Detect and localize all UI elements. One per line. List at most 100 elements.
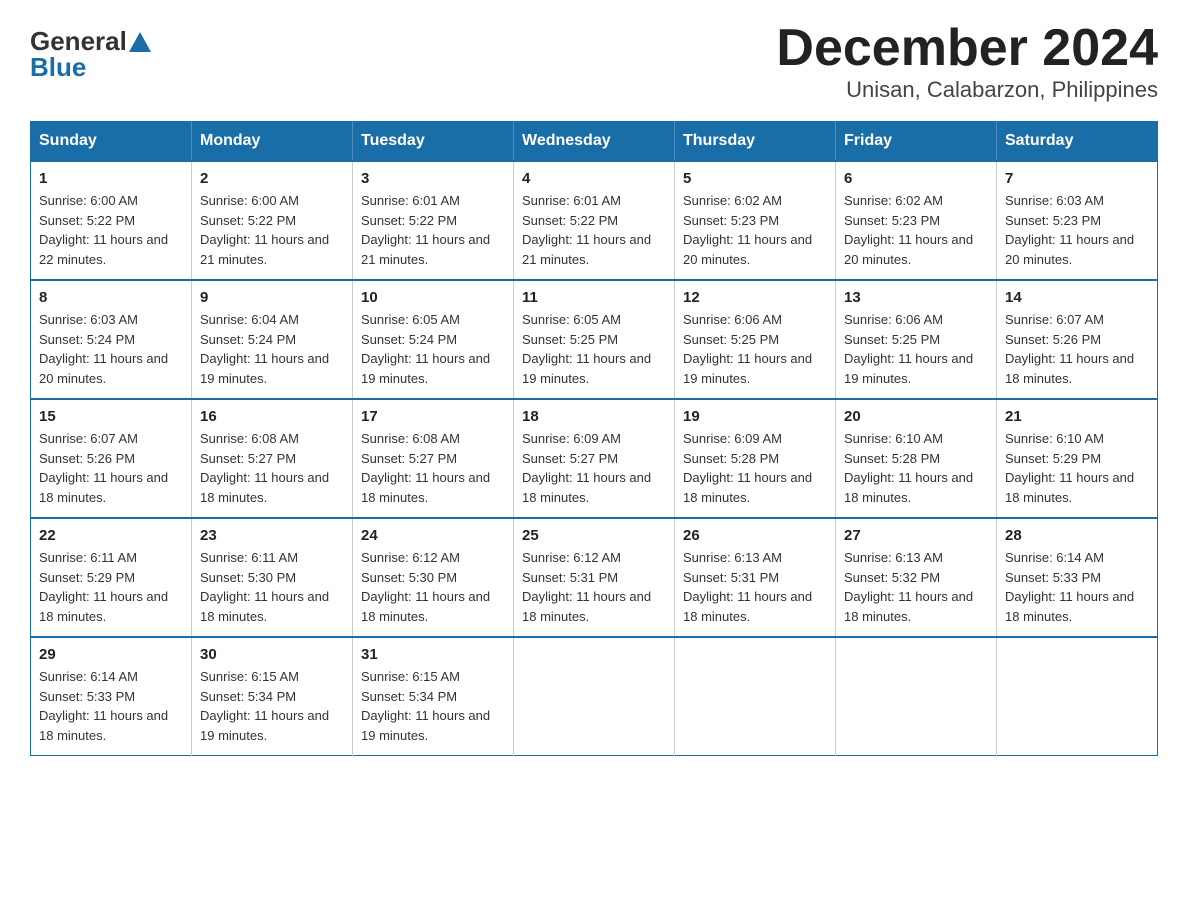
week-row-3: 15 Sunrise: 6:07 AMSunset: 5:26 PMDayligh… — [31, 399, 1158, 518]
logo-blue: Blue — [30, 54, 86, 80]
calendar-cell — [514, 637, 675, 756]
calendar-cell: 15 Sunrise: 6:07 AMSunset: 5:26 PMDayligh… — [31, 399, 192, 518]
calendar-cell: 5Sunrise: 6:02 AMSunset: 5:23 PMDaylight… — [675, 161, 836, 280]
day-info: Sunrise: 6:08 AMSunset: 5:27 PMDaylight:… — [361, 429, 505, 507]
day-number: 31 — [361, 646, 505, 663]
day-info: Sunrise: 6:14 AMSunset: 5:33 PMDaylight:… — [1005, 548, 1149, 626]
day-info: Sunrise: 6:11 AMSunset: 5:30 PMDaylight:… — [200, 548, 344, 626]
week-row-4: 22 Sunrise: 6:11 AMSunset: 5:29 PMDayligh… — [31, 518, 1158, 637]
day-number: 30 — [200, 646, 344, 663]
calendar-table: SundayMondayTuesdayWednesdayThursdayFrid… — [30, 121, 1158, 756]
day-info: Sunrise: 6:15 AMSunset: 5:34 PMDaylight:… — [361, 667, 505, 745]
day-number: 11 — [522, 289, 666, 306]
day-info: Sunrise: 6:08 AMSunset: 5:27 PMDaylight:… — [200, 429, 344, 507]
page-title: December 2024 — [776, 20, 1158, 77]
day-info: Sunrise: 6:07 AMSunset: 5:26 PMDaylight:… — [39, 429, 183, 507]
day-info: Sunrise: 6:03 AMSunset: 5:23 PMDaylight:… — [1005, 191, 1149, 269]
calendar-cell: 14 Sunrise: 6:07 AMSunset: 5:26 PMDayligh… — [997, 280, 1158, 399]
calendar-cell: 26 Sunrise: 6:13 AMSunset: 5:31 PMDayligh… — [675, 518, 836, 637]
day-info: Sunrise: 6:06 AMSunset: 5:25 PMDaylight:… — [844, 310, 988, 388]
day-number: 7 — [1005, 170, 1149, 187]
day-info: Sunrise: 6:11 AMSunset: 5:29 PMDaylight:… — [39, 548, 183, 626]
day-number: 13 — [844, 289, 988, 306]
calendar-cell: 19 Sunrise: 6:09 AMSunset: 5:28 PMDayligh… — [675, 399, 836, 518]
day-number: 14 — [1005, 289, 1149, 306]
day-number: 27 — [844, 527, 988, 544]
calendar-cell: 22 Sunrise: 6:11 AMSunset: 5:29 PMDayligh… — [31, 518, 192, 637]
day-info: Sunrise: 6:01 AMSunset: 5:22 PMDaylight:… — [522, 191, 666, 269]
calendar-cell: 6 Sunrise: 6:02 AMSunset: 5:23 PMDaylight… — [836, 161, 997, 280]
day-info: Sunrise: 6:03 AMSunset: 5:24 PMDaylight:… — [39, 310, 183, 388]
column-header-thursday: Thursday — [675, 122, 836, 162]
calendar-cell: 1 Sunrise: 6:00 AMSunset: 5:22 PMDaylight… — [31, 161, 192, 280]
column-header-friday: Friday — [836, 122, 997, 162]
day-number: 12 — [683, 289, 827, 306]
day-info: Sunrise: 6:00 AMSunset: 5:22 PMDaylight:… — [200, 191, 344, 269]
day-number: 19 — [683, 408, 827, 425]
calendar-body: 1 Sunrise: 6:00 AMSunset: 5:22 PMDaylight… — [31, 161, 1158, 756]
column-header-wednesday: Wednesday — [514, 122, 675, 162]
calendar-cell: 13 Sunrise: 6:06 AMSunset: 5:25 PMDayligh… — [836, 280, 997, 399]
day-info: Sunrise: 6:00 AMSunset: 5:22 PMDaylight:… — [39, 191, 183, 269]
day-number: 2 — [200, 170, 344, 187]
day-info: Sunrise: 6:13 AMSunset: 5:32 PMDaylight:… — [844, 548, 988, 626]
day-info: Sunrise: 6:12 AMSunset: 5:31 PMDaylight:… — [522, 548, 666, 626]
column-header-sunday: Sunday — [31, 122, 192, 162]
page-subtitle: Unisan, Calabarzon, Philippines — [776, 77, 1158, 103]
calendar-cell: 20Sunrise: 6:10 AMSunset: 5:28 PMDayligh… — [836, 399, 997, 518]
calendar-cell: 12Sunrise: 6:06 AMSunset: 5:25 PMDayligh… — [675, 280, 836, 399]
day-number: 4 — [522, 170, 666, 187]
header-row: SundayMondayTuesdayWednesdayThursdayFrid… — [31, 122, 1158, 162]
calendar-cell: 16Sunrise: 6:08 AMSunset: 5:27 PMDayligh… — [192, 399, 353, 518]
day-number: 15 — [39, 408, 183, 425]
day-info: Sunrise: 6:05 AMSunset: 5:25 PMDaylight:… — [522, 310, 666, 388]
calendar-cell: 3 Sunrise: 6:01 AMSunset: 5:22 PMDaylight… — [353, 161, 514, 280]
calendar-cell: 23 Sunrise: 6:11 AMSunset: 5:30 PMDayligh… — [192, 518, 353, 637]
calendar-cell: 8 Sunrise: 6:03 AMSunset: 5:24 PMDaylight… — [31, 280, 192, 399]
day-info: Sunrise: 6:12 AMSunset: 5:30 PMDaylight:… — [361, 548, 505, 626]
day-number: 9 — [200, 289, 344, 306]
day-info: Sunrise: 6:02 AMSunset: 5:23 PMDaylight:… — [844, 191, 988, 269]
day-number: 28 — [1005, 527, 1149, 544]
calendar-cell: 25 Sunrise: 6:12 AMSunset: 5:31 PMDayligh… — [514, 518, 675, 637]
calendar-cell — [997, 637, 1158, 756]
column-header-tuesday: Tuesday — [353, 122, 514, 162]
day-number: 3 — [361, 170, 505, 187]
day-number: 22 — [39, 527, 183, 544]
day-number: 25 — [522, 527, 666, 544]
calendar-cell: 18 Sunrise: 6:09 AMSunset: 5:27 PMDayligh… — [514, 399, 675, 518]
calendar-cell: 30 Sunrise: 6:15 AMSunset: 5:34 PMDayligh… — [192, 637, 353, 756]
day-info: Sunrise: 6:07 AMSunset: 5:26 PMDaylight:… — [1005, 310, 1149, 388]
calendar-cell: 28 Sunrise: 6:14 AMSunset: 5:33 PMDayligh… — [997, 518, 1158, 637]
day-info: Sunrise: 6:01 AMSunset: 5:22 PMDaylight:… — [361, 191, 505, 269]
day-info: Sunrise: 6:14 AMSunset: 5:33 PMDaylight:… — [39, 667, 183, 745]
week-row-2: 8 Sunrise: 6:03 AMSunset: 5:24 PMDaylight… — [31, 280, 1158, 399]
column-header-saturday: Saturday — [997, 122, 1158, 162]
day-number: 1 — [39, 170, 183, 187]
day-number: 18 — [522, 408, 666, 425]
logo-general: General — [30, 28, 127, 54]
day-number: 24 — [361, 527, 505, 544]
calendar-cell — [675, 637, 836, 756]
logo-triangle-icon — [129, 32, 151, 52]
day-info: Sunrise: 6:10 AMSunset: 5:29 PMDaylight:… — [1005, 429, 1149, 507]
page-header: General Blue December 2024 Unisan, Calab… — [30, 20, 1158, 103]
day-number: 29 — [39, 646, 183, 663]
calendar-cell: 11 Sunrise: 6:05 AMSunset: 5:25 PMDayligh… — [514, 280, 675, 399]
day-info: Sunrise: 6:09 AMSunset: 5:28 PMDaylight:… — [683, 429, 827, 507]
day-number: 8 — [39, 289, 183, 306]
day-number: 6 — [844, 170, 988, 187]
day-number: 26 — [683, 527, 827, 544]
day-info: Sunrise: 6:15 AMSunset: 5:34 PMDaylight:… — [200, 667, 344, 745]
day-info: Sunrise: 6:05 AMSunset: 5:24 PMDaylight:… — [361, 310, 505, 388]
column-header-monday: Monday — [192, 122, 353, 162]
week-row-1: 1 Sunrise: 6:00 AMSunset: 5:22 PMDaylight… — [31, 161, 1158, 280]
calendar-cell: 29 Sunrise: 6:14 AMSunset: 5:33 PMDayligh… — [31, 637, 192, 756]
day-info: Sunrise: 6:02 AMSunset: 5:23 PMDaylight:… — [683, 191, 827, 269]
day-info: Sunrise: 6:10 AMSunset: 5:28 PMDaylight:… — [844, 429, 988, 507]
day-info: Sunrise: 6:09 AMSunset: 5:27 PMDaylight:… — [522, 429, 666, 507]
calendar-cell: 2 Sunrise: 6:00 AMSunset: 5:22 PMDaylight… — [192, 161, 353, 280]
day-info: Sunrise: 6:13 AMSunset: 5:31 PMDaylight:… — [683, 548, 827, 626]
day-number: 17 — [361, 408, 505, 425]
day-number: 23 — [200, 527, 344, 544]
